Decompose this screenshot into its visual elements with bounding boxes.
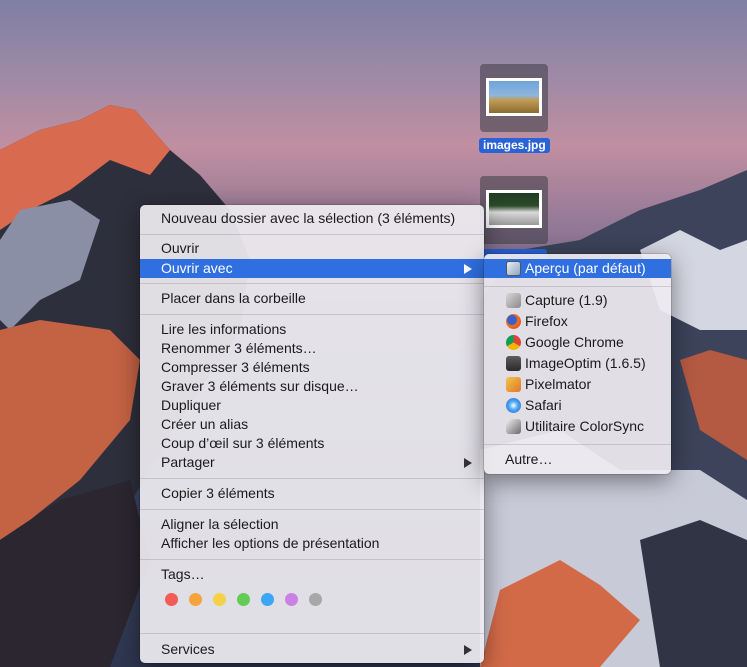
submenu-item-imageoptim[interactable]: ImageOptim (1.6.5): [484, 354, 671, 373]
menu-item-new-folder-with-selection[interactable]: Nouveau dossier avec la sélection (3 élé…: [140, 209, 484, 228]
separator: [140, 314, 484, 315]
tag-blue-dot[interactable]: [261, 593, 274, 606]
open-with-submenu: Aperçu (par défaut) Capture (1.9) Firefo…: [484, 254, 671, 474]
submenu-item-pixelmator[interactable]: Pixelmator: [484, 375, 671, 394]
submenu-arrow-icon: [464, 645, 472, 655]
separator: [140, 478, 484, 479]
menu-item-show-view-options[interactable]: Afficher les options de présentation: [140, 534, 484, 553]
submenu-item-preview[interactable]: Aperçu (par défaut): [484, 259, 671, 278]
separator: [140, 509, 484, 510]
submenu-item-grab[interactable]: Capture (1.9): [484, 291, 671, 310]
menu-item-compress[interactable]: Compresser 3 éléments: [140, 358, 484, 377]
tag-gray-dot[interactable]: [309, 593, 322, 606]
pixelmator-icon: [506, 377, 521, 392]
submenu-item-other[interactable]: Autre…: [484, 450, 671, 469]
menu-item-burn-to-disc[interactable]: Graver 3 éléments sur disque…: [140, 377, 484, 396]
submenu-item-google-chrome[interactable]: Google Chrome: [484, 333, 671, 352]
colorsync-icon: [506, 419, 521, 434]
tag-purple-dot[interactable]: [285, 593, 298, 606]
menu-item-rename[interactable]: Renommer 3 éléments…: [140, 339, 484, 358]
menu-item-tags[interactable]: Tags…: [140, 565, 484, 584]
separator: [140, 234, 484, 235]
menu-item-open-with[interactable]: Ouvrir avec: [140, 259, 484, 278]
submenu-arrow-icon: [464, 264, 472, 274]
tag-yellow-dot[interactable]: [213, 593, 226, 606]
separator: [140, 559, 484, 560]
menu-item-duplicate[interactable]: Dupliquer: [140, 396, 484, 415]
submenu-arrow-icon: [464, 458, 472, 468]
tag-red-dot[interactable]: [165, 593, 178, 606]
menu-item-copy[interactable]: Copier 3 éléments: [140, 484, 484, 503]
separator: [140, 283, 484, 284]
firefox-icon: [506, 314, 521, 329]
menu-item-get-info[interactable]: Lire les informations: [140, 320, 484, 339]
grab-icon: [506, 293, 521, 308]
separator: [484, 286, 671, 287]
preview-icon: [506, 261, 521, 276]
menu-item-make-alias[interactable]: Créer un alias: [140, 415, 484, 434]
file-icon-tiger[interactable]: [480, 176, 548, 244]
chrome-icon: [506, 335, 521, 350]
menu-item-clean-up-selection[interactable]: Aligner la sélection: [140, 515, 484, 534]
file-icon-images-jpg[interactable]: [480, 64, 548, 132]
separator: [140, 633, 484, 634]
tag-green-dot[interactable]: [237, 593, 250, 606]
safari-icon: [506, 398, 521, 413]
file-label-images-jpg[interactable]: images.jpg: [479, 138, 550, 153]
menu-item-open[interactable]: Ouvrir: [140, 239, 484, 258]
imageoptim-icon: [506, 356, 521, 371]
menu-item-move-to-trash[interactable]: Placer dans la corbeille: [140, 289, 484, 308]
tag-orange-dot[interactable]: [189, 593, 202, 606]
tiger-thumbnail: [486, 190, 542, 228]
submenu-item-safari[interactable]: Safari: [484, 396, 671, 415]
submenu-item-colorsync[interactable]: Utilitaire ColorSync: [484, 417, 671, 436]
menu-item-services[interactable]: Services: [140, 640, 484, 659]
separator: [484, 444, 671, 445]
menu-item-quick-look[interactable]: Coup d’œil sur 3 éléments: [140, 434, 484, 453]
submenu-item-firefox[interactable]: Firefox: [484, 312, 671, 331]
lion-thumbnail: [486, 78, 542, 116]
menu-item-share[interactable]: Partager: [140, 453, 484, 472]
